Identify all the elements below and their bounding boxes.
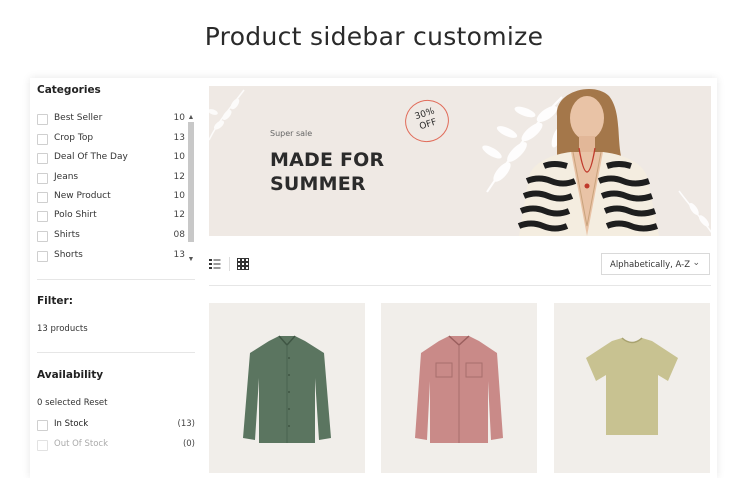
sort-select[interactable]: Alphabetically, A-Z ⌄: [601, 253, 710, 275]
checkbox[interactable]: [37, 192, 48, 203]
category-label: Jeans: [54, 172, 79, 182]
category-item-best-seller[interactable]: Best Seller 10: [37, 112, 187, 126]
chevron-up-icon[interactable]: ▲: [187, 114, 195, 122]
checkbox[interactable]: [37, 153, 48, 164]
availability-selected-reset[interactable]: 0 selected Reset: [37, 398, 107, 408]
category-item-polo-shirt[interactable]: Polo Shirt 12: [37, 209, 187, 223]
availability-count: (13): [177, 419, 195, 429]
checkbox[interactable]: [37, 420, 48, 431]
checkbox[interactable]: [37, 134, 48, 145]
checkbox: [37, 440, 48, 451]
category-count: 13: [173, 133, 185, 143]
availability-heading: Availability: [37, 369, 104, 381]
category-count: 13: [173, 250, 185, 260]
banner-headline-line: MADE FOR: [270, 149, 385, 171]
category-label: New Product: [54, 191, 111, 201]
category-item-shirts[interactable]: Shirts 08: [37, 229, 187, 243]
scrollbar-thumb[interactable]: [188, 122, 194, 242]
availability-out-of-stock: Out Of Stock (0): [37, 438, 195, 452]
checkbox[interactable]: [37, 173, 48, 184]
chevron-down-icon: ⌄: [692, 258, 700, 268]
category-count: 08: [173, 230, 185, 240]
category-item-crop-top[interactable]: Crop Top 13: [37, 132, 187, 146]
checkbox[interactable]: [37, 251, 48, 262]
banner-headline: MADE FOR SUMMER: [270, 148, 384, 196]
leaf-decoration-icon: [678, 190, 711, 233]
sidebar: Categories Best Seller 10 Crop Top 13 De…: [37, 84, 197, 451]
grid-view-icon[interactable]: [237, 258, 249, 270]
product-image-pink-shirt: [415, 335, 503, 443]
product-card[interactable]: [554, 303, 710, 473]
categories-heading: Categories: [37, 84, 101, 96]
categories-list: Best Seller 10 Crop Top 13 Deal Of The D…: [37, 108, 197, 268]
checkbox[interactable]: [37, 231, 48, 242]
divider: [37, 352, 195, 353]
product-count: 13 products: [37, 324, 88, 334]
category-count: 10: [173, 113, 185, 123]
category-label: Deal Of The Day: [54, 152, 128, 162]
page-title: Product sidebar customize: [204, 22, 544, 51]
categories-scrollbar[interactable]: ▲ ▼: [187, 114, 195, 264]
sort-selected-value: Alphabetically, A-Z: [610, 260, 691, 270]
category-count: 12: [173, 172, 185, 182]
category-label: Shorts: [54, 250, 83, 260]
category-label: Best Seller: [54, 113, 103, 123]
availability-label: Out Of Stock: [54, 439, 109, 449]
category-item-shorts[interactable]: Shorts 13: [37, 249, 187, 263]
banner-headline-line: SUMMER: [270, 173, 366, 195]
category-count: 10: [173, 152, 185, 162]
leaf-decoration-icon: [209, 89, 245, 141]
banner-super-text: Super sale: [270, 129, 313, 138]
product-card[interactable]: [209, 303, 365, 473]
divider: [209, 285, 711, 286]
chevron-down-icon[interactable]: ▼: [187, 256, 195, 264]
category-item-new-product[interactable]: New Product 10: [37, 190, 187, 204]
category-count: 12: [173, 210, 185, 220]
promo-banner[interactable]: Super sale MADE FOR SUMMER 30% OFF: [209, 86, 711, 236]
category-count: 10: [173, 191, 185, 201]
product-card[interactable]: [381, 303, 537, 473]
category-label: Polo Shirt: [54, 210, 97, 220]
category-item-jeans[interactable]: Jeans 12: [37, 171, 187, 185]
divider: [37, 279, 195, 280]
filter-heading: Filter:: [37, 295, 73, 307]
discount-badge: 30% OFF: [399, 94, 455, 148]
product-image-khaki-tshirt: [586, 337, 678, 435]
availability-label: In Stock: [54, 419, 89, 429]
checkbox[interactable]: [37, 211, 48, 222]
list-view-icon[interactable]: [209, 258, 221, 270]
availability-in-stock[interactable]: In Stock (13): [37, 418, 195, 432]
toolbar-separator: [229, 257, 230, 271]
category-label: Crop Top: [54, 133, 94, 143]
availability-count: (0): [182, 439, 195, 449]
model-image: [517, 88, 659, 236]
category-item-deal-of-the-day[interactable]: Deal Of The Day 10: [37, 151, 187, 165]
category-label: Shirts: [54, 230, 80, 240]
checkbox[interactable]: [37, 114, 48, 125]
product-image-green-shirt: [243, 335, 331, 443]
